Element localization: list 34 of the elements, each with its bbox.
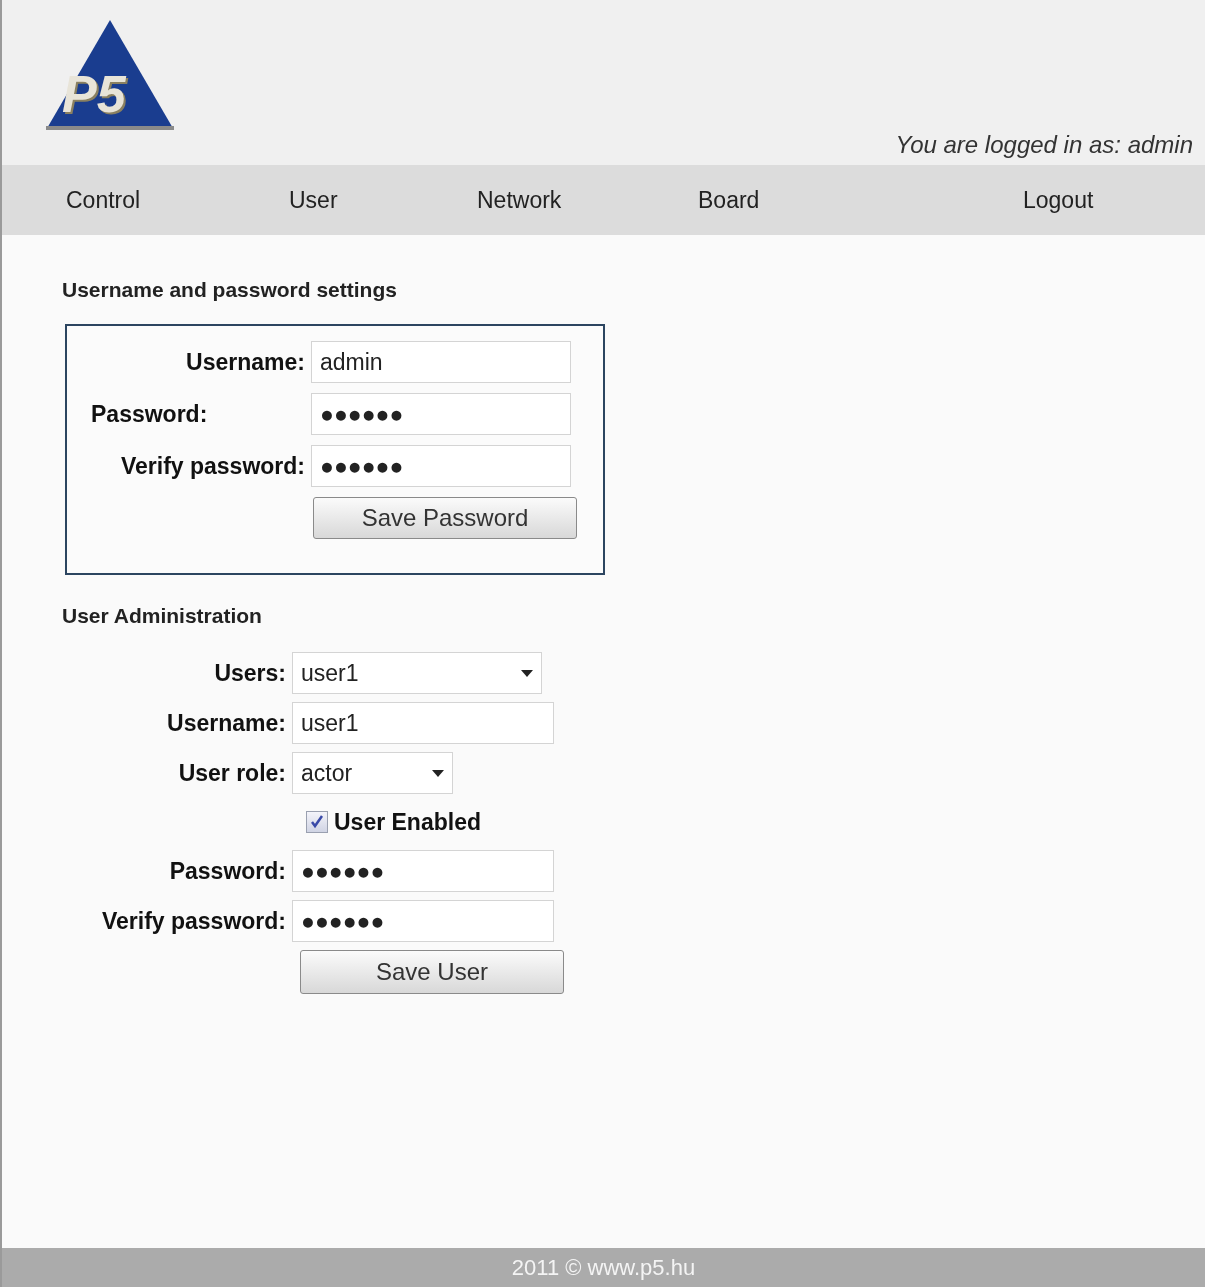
footer-text: 2011 © www.p5.hu <box>511 1254 696 1282</box>
field-label: User role: <box>178 759 286 786</box>
field-label: Username: <box>167 709 286 736</box>
field-label: Users: <box>214 659 286 686</box>
nav-link[interactable]: Board <box>698 186 760 213</box>
input-field[interactable]: ●●●●●● <box>311 445 571 487</box>
checkmark-icon <box>309 814 325 830</box>
section-heading: Username and password settings <box>62 279 398 300</box>
logo-text: P5 <box>62 68 126 120</box>
nav-link[interactable]: Control <box>66 186 141 213</box>
field-label: Password: <box>91 400 208 427</box>
field-label: Username: <box>186 348 305 375</box>
field-label: Password: <box>169 857 286 884</box>
logo-icon <box>46 20 174 132</box>
nav-link[interactable]: Logout <box>1023 186 1094 213</box>
caret-icon <box>521 669 533 677</box>
field-label: Verify password: <box>120 452 305 479</box>
caret-icon <box>432 769 444 777</box>
nav-link[interactable]: User <box>289 186 338 213</box>
dropdown[interactable]: actor <box>292 752 453 794</box>
input-field[interactable]: ●●●●●● <box>311 393 571 435</box>
input-field[interactable]: admin <box>311 341 571 383</box>
input-field[interactable]: ●●●●●● <box>292 850 554 892</box>
input-field[interactable]: ●●●●●● <box>292 900 554 942</box>
checkbox-label: User Enabled <box>334 807 481 837</box>
dropdown[interactable]: user1 <box>292 652 542 694</box>
login-status: You are logged in as: admin <box>895 131 1193 158</box>
nav-link[interactable]: Network <box>477 186 562 213</box>
input-field[interactable]: user1 <box>292 702 554 744</box>
field-label: Verify password: <box>101 907 286 934</box>
save-user-button[interactable]: Save User <box>300 950 564 994</box>
checkbox[interactable] <box>306 811 328 833</box>
section-heading: User Administration <box>62 605 263 626</box>
save-password-button[interactable]: Save Password <box>313 497 577 539</box>
